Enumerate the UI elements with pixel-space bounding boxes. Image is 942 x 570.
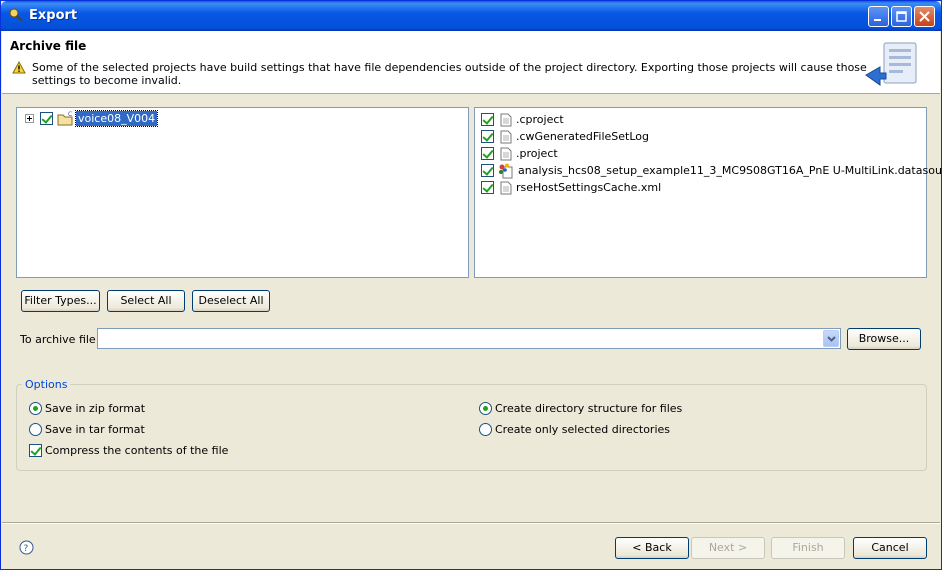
footer-divider <box>2 522 940 524</box>
window-title: Export <box>29 8 78 23</box>
dir-structure-label: Create directory structure for files <box>495 402 683 415</box>
project-checkbox[interactable] <box>40 112 53 125</box>
next-button[interactable]: Next > <box>691 537 765 559</box>
warning-message: Some of the selected projects have build… <box>32 61 867 87</box>
selected-dirs-radio[interactable] <box>479 423 492 436</box>
file-icon <box>500 113 512 126</box>
archive-file-combo[interactable] <box>97 328 841 349</box>
project-tree-panel[interactable]: C voice08_V004 <box>16 107 469 278</box>
maximize-button[interactable] <box>891 6 912 27</box>
back-button[interactable]: < Back <box>615 537 689 559</box>
tar-radio-label: Save in tar format <box>45 423 145 436</box>
finish-button[interactable]: Finish <box>771 537 845 559</box>
svg-text:?: ? <box>24 544 29 554</box>
options-group-title: Options <box>22 378 71 391</box>
project-name: voice08_V004 <box>74 110 159 127</box>
file-item[interactable]: .cwGeneratedFileSetLog <box>481 128 649 145</box>
minimize-button[interactable] <box>868 6 889 27</box>
zip-radio[interactable] <box>29 402 42 415</box>
c-project-folder-icon: C <box>57 111 73 126</box>
page-title: Archive file <box>10 39 87 53</box>
file-list-panel[interactable]: .cproject .cwGeneratedFileSetLog .projec… <box>474 107 942 278</box>
tar-format-option[interactable]: Save in tar format <box>29 423 145 436</box>
filter-types-button[interactable]: Filter Types... <box>21 290 100 312</box>
compress-option[interactable]: Compress the contents of the file <box>29 444 228 457</box>
file-name: .cwGeneratedFileSetLog <box>516 130 650 143</box>
file-item[interactable]: analysis_hcs08_setup_example11_3_MC9S08G… <box>481 162 942 179</box>
close-icon <box>919 11 930 22</box>
file-item[interactable]: .project <box>481 145 558 162</box>
cancel-button[interactable]: Cancel <box>853 537 927 559</box>
help-icon[interactable]: ? <box>19 540 34 555</box>
select-all-button[interactable]: Select All <box>107 290 185 312</box>
file-checkbox[interactable] <box>481 113 494 126</box>
expand-icon[interactable] <box>25 114 34 123</box>
file-icon <box>500 181 512 194</box>
selected-dirs-label: Create only selected directories <box>495 423 670 436</box>
export-dialog: Export Archive file Some of the selected… <box>0 0 942 570</box>
compress-checkbox[interactable] <box>29 444 42 457</box>
title-bar[interactable]: Export <box>1 1 941 31</box>
tar-radio[interactable] <box>29 423 42 436</box>
deselect-all-button[interactable]: Deselect All <box>192 290 270 312</box>
selected-dirs-option[interactable]: Create only selected directories <box>479 423 670 436</box>
file-item[interactable]: .cproject <box>481 111 564 128</box>
file-icon <box>500 130 512 143</box>
file-name: analysis_hcs08_setup_example11_3_MC9S08G… <box>518 164 942 177</box>
file-name: rseHostSettingsCache.xml <box>516 181 662 194</box>
file-checkbox[interactable] <box>481 181 494 194</box>
compress-checkbox-label: Compress the contents of the file <box>45 444 229 457</box>
options-group <box>16 384 927 471</box>
wizard-header: Archive file Some of the selected projec… <box>2 31 940 94</box>
dir-structure-option[interactable]: Create directory structure for files <box>479 402 682 415</box>
minimize-icon <box>874 19 881 21</box>
export-wizard-icon <box>865 42 917 86</box>
zip-format-option[interactable]: Save in zip format <box>29 402 145 415</box>
file-icon <box>500 147 512 160</box>
file-checkbox[interactable] <box>481 147 494 160</box>
file-checkbox[interactable] <box>481 130 494 143</box>
file-checkbox[interactable] <box>481 164 494 177</box>
tree-item-project[interactable]: C voice08_V004 <box>25 110 159 127</box>
datasource-icon <box>499 163 513 178</box>
zip-radio-label: Save in zip format <box>45 402 146 415</box>
close-button[interactable] <box>914 6 935 27</box>
file-item[interactable]: rseHostSettingsCache.xml <box>481 179 661 196</box>
export-app-icon <box>9 8 23 22</box>
file-name: .cproject <box>516 113 564 126</box>
dir-structure-radio[interactable] <box>479 402 492 415</box>
file-name: .project <box>516 147 558 160</box>
chevron-down-icon <box>827 336 836 342</box>
archive-file-label: To archive file: <box>20 333 100 346</box>
warning-icon <box>12 61 26 74</box>
browse-button[interactable]: Browse... <box>847 328 921 350</box>
combo-dropdown-button[interactable] <box>823 330 839 347</box>
svg-text:C: C <box>68 111 72 118</box>
maximize-icon <box>896 11 907 22</box>
